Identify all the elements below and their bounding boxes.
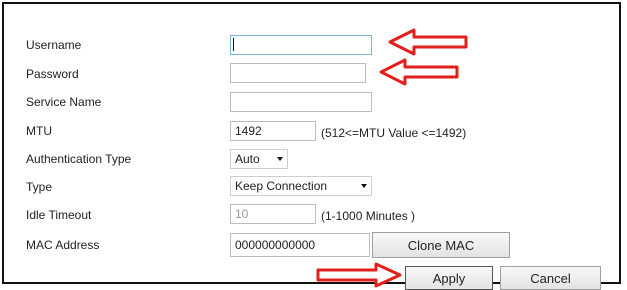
- password-label: Password: [26, 67, 79, 81]
- red-arrow-icon: [388, 28, 468, 56]
- idle-timeout-label: Idle Timeout: [26, 208, 92, 222]
- username-label: Username: [26, 38, 82, 52]
- authentication-type-label: Authentication Type: [26, 152, 132, 166]
- mac-address-input[interactable]: [230, 233, 370, 257]
- mtu-label: MTU: [26, 124, 52, 138]
- mtu-input[interactable]: [230, 121, 316, 141]
- text-cursor: [233, 38, 234, 51]
- clone-mac-button[interactable]: Clone MAC: [372, 232, 510, 258]
- dropdown-arrow-icon: [361, 184, 367, 188]
- authentication-type-value: Auto: [235, 152, 260, 166]
- idle-timeout-range-hint: (1-1000 Minutes ): [321, 209, 416, 223]
- apply-button[interactable]: Apply: [405, 266, 493, 290]
- service-name-label: Service Name: [26, 95, 102, 109]
- mtu-range-hint: (512<=MTU Value <=1492): [321, 126, 467, 140]
- cancel-button[interactable]: Cancel: [500, 266, 601, 290]
- service-name-input[interactable]: [230, 92, 372, 112]
- connection-type-select[interactable]: Keep Connection: [230, 176, 372, 196]
- type-label: Type: [26, 180, 53, 194]
- red-arrow-icon: [379, 58, 459, 86]
- password-input[interactable]: [230, 63, 366, 83]
- username-input[interactable]: [230, 35, 372, 55]
- authentication-type-select[interactable]: Auto: [230, 149, 288, 169]
- dropdown-arrow-icon: [277, 157, 283, 161]
- connection-type-value: Keep Connection: [235, 179, 328, 193]
- idle-timeout-input[interactable]: [230, 204, 316, 224]
- red-arrow-icon: [316, 262, 402, 288]
- mac-address-label: MAC Address: [26, 238, 100, 252]
